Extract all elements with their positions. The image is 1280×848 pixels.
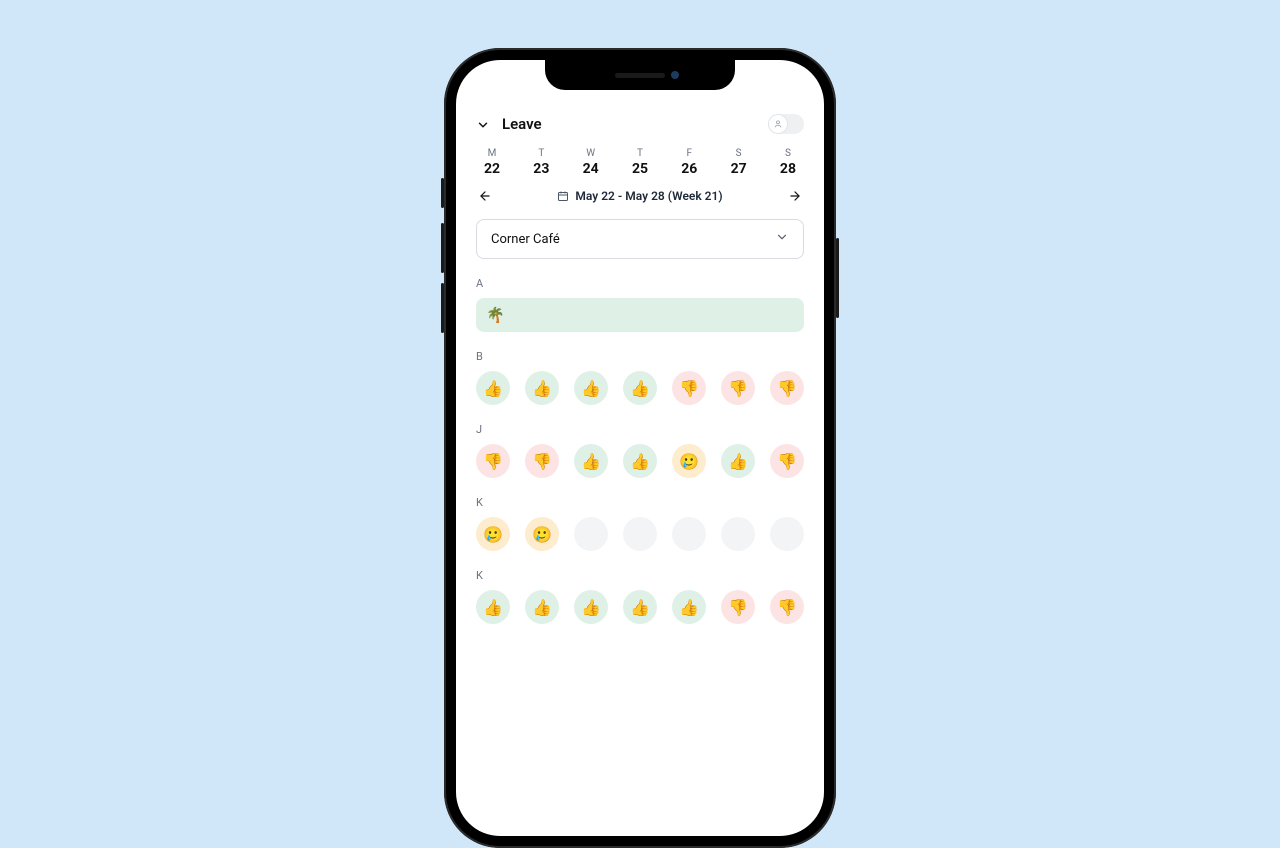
status-row: 👎 👎 👍 👍 🥲 👍 👎 <box>476 444 804 478</box>
day-number: 22 <box>476 161 508 177</box>
day-number: 23 <box>525 161 557 177</box>
status-bubble-up[interactable]: 👍 <box>525 371 559 405</box>
header-bar: Leave <box>476 114 804 134</box>
day-number: 27 <box>723 161 755 177</box>
section-letter: B <box>476 350 804 363</box>
status-row: 🥲🥲 <box>476 517 804 551</box>
status-bubble-down[interactable]: 👎 <box>672 371 706 405</box>
week-range-label: May 22 - May 28 (Week 21) <box>575 189 722 203</box>
page-title: Leave <box>502 115 542 133</box>
status-bubble-up[interactable]: 👍 <box>476 590 510 624</box>
day-letter: F <box>673 148 705 159</box>
day-letter: S <box>723 148 755 159</box>
day-column[interactable]: F 26 <box>673 148 705 177</box>
status-bubble-empty[interactable] <box>672 517 706 551</box>
status-bubble-up[interactable]: 👍 <box>574 590 608 624</box>
status-bubble-down[interactable]: 👎 <box>770 371 804 405</box>
status-bubble-down[interactable]: 👎 <box>721 371 755 405</box>
day-letter: W <box>575 148 607 159</box>
day-number: 24 <box>575 161 607 177</box>
status-bubble-maybe[interactable]: 🥲 <box>672 444 706 478</box>
day-letter: M <box>476 148 508 159</box>
day-number: 26 <box>673 161 705 177</box>
status-bubble-up[interactable]: 👍 <box>672 590 706 624</box>
status-bubble-down[interactable]: 👎 <box>525 444 559 478</box>
prev-week-button[interactable] <box>476 187 494 205</box>
status-bubble-down[interactable]: 👎 <box>770 444 804 478</box>
chevron-down-icon <box>775 230 789 248</box>
status-row: 👍 👍 👍 👍 👍 👎 👎 <box>476 590 804 624</box>
day-column[interactable]: W 24 <box>575 148 607 177</box>
notch <box>545 60 735 90</box>
status-bubble-up[interactable]: 👍 <box>574 444 608 478</box>
status-bubble-up[interactable]: 👍 <box>525 590 559 624</box>
day-column[interactable]: T 25 <box>624 148 656 177</box>
day-column[interactable]: T 23 <box>525 148 557 177</box>
day-column[interactable]: S 28 <box>772 148 804 177</box>
day-number: 25 <box>624 161 656 177</box>
status-bubble-up[interactable]: 👍 <box>623 371 657 405</box>
day-column[interactable]: M 22 <box>476 148 508 177</box>
section-letter: J <box>476 423 804 436</box>
status-bubble-up[interactable]: 👍 <box>623 590 657 624</box>
section-letter: A <box>476 277 804 290</box>
leave-bar[interactable]: 🌴 <box>476 298 804 332</box>
status-bubble-empty[interactable] <box>721 517 755 551</box>
status-bubble-up[interactable]: 👍 <box>476 371 510 405</box>
status-bubble-empty[interactable] <box>574 517 608 551</box>
section-letter: K <box>476 569 804 582</box>
status-bubble-down[interactable]: 👎 <box>476 444 510 478</box>
phone-frame: Leave M 22 T 23 W 24 T 25 F 26 S 27 S 28 May 22 - May… <box>444 48 836 848</box>
view-toggle[interactable] <box>768 114 804 134</box>
section-letter: K <box>476 496 804 509</box>
calendar-icon <box>557 190 569 202</box>
status-bubble-empty[interactable] <box>623 517 657 551</box>
status-row: 👍 👍 👍 👍 👎 👎 👎 <box>476 371 804 405</box>
status-bubble-up[interactable]: 👍 <box>574 371 608 405</box>
day-number: 28 <box>772 161 804 177</box>
location-selected: Corner Café <box>491 232 560 247</box>
day-letter: T <box>525 148 557 159</box>
status-bubble-down[interactable]: 👎 <box>721 590 755 624</box>
location-dropdown[interactable]: Corner Café <box>476 219 804 259</box>
chevron-down-icon[interactable] <box>476 117 490 131</box>
week-range-row: May 22 - May 28 (Week 21) <box>476 187 804 205</box>
status-bubble-up[interactable]: 👍 <box>623 444 657 478</box>
status-bubble-up[interactable]: 👍 <box>721 444 755 478</box>
day-column[interactable]: S 27 <box>723 148 755 177</box>
status-bubble-empty[interactable] <box>770 517 804 551</box>
person-icon <box>773 119 783 129</box>
day-letter: S <box>772 148 804 159</box>
status-bubble-down[interactable]: 👎 <box>770 590 804 624</box>
status-bubble-maybe[interactable]: 🥲 <box>525 517 559 551</box>
next-week-button[interactable] <box>786 187 804 205</box>
status-bubble-maybe[interactable]: 🥲 <box>476 517 510 551</box>
week-day-row: M 22 T 23 W 24 T 25 F 26 S 27 S 28 <box>476 148 804 177</box>
day-letter: T <box>624 148 656 159</box>
